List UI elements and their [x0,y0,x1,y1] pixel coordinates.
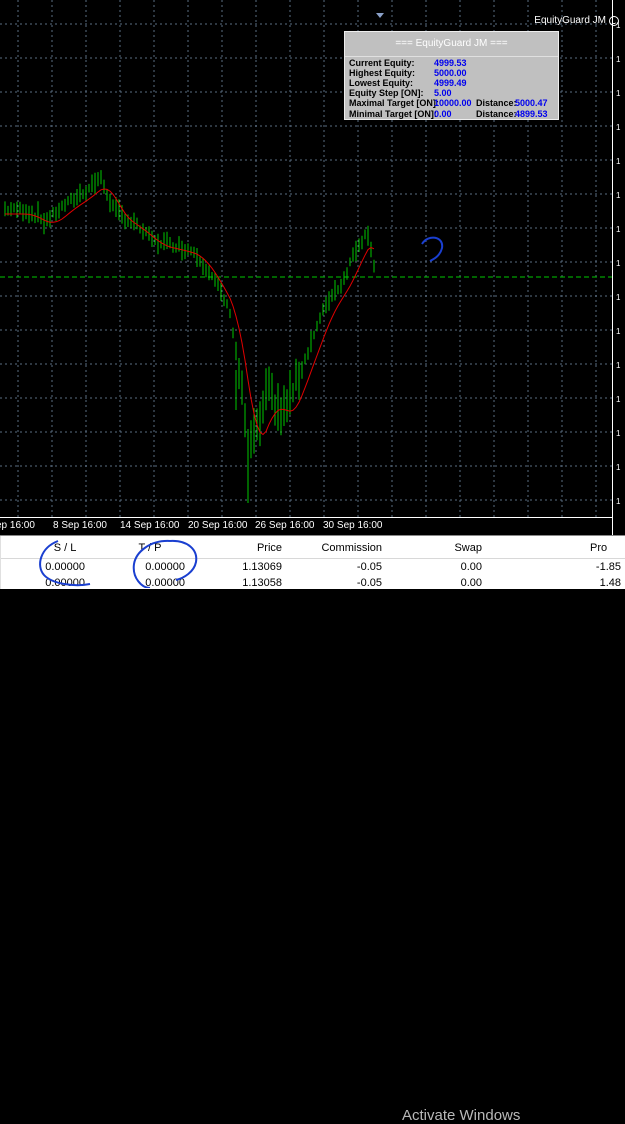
panel-title: === EquityGuard JM === [345,32,558,57]
row1-swap: 0.00 [460,561,482,573]
row1-sl[interactable]: 0.00000 [20,561,85,573]
price-axis-tick: 1 [616,327,621,336]
row2-profit: 1.48 [599,577,621,589]
price-axis-tick: 1 [616,259,621,268]
column-price[interactable]: Price [210,542,282,554]
row2-sl[interactable]: 0.00000 [20,577,85,589]
row1-profit: -1.85 [595,561,621,573]
price-axis-tick: 1 [616,123,621,132]
minimal-distance-value: 4899.53 [515,109,548,119]
column-tp[interactable]: T / P [120,542,180,554]
price-axis-tick: 1 [616,191,621,200]
price-chart[interactable]: EquityGuard JM 1 1 1 1 1 1 1 1 1 1 1 1 1 1 1 ep 16:00 8… [0,0,625,535]
time-axis-tick: 20 Sep 16:00 [188,520,248,531]
price-axis-tick: 1 [616,395,621,404]
lowest-equity-label: Lowest Equity: [349,78,414,88]
row1-commission: -0.05 [356,561,382,573]
column-sl[interactable]: S / L [40,542,90,554]
equity-step-label: Equity Step [ON]: [349,88,424,98]
price-axis-tick: 1 [616,429,621,438]
price-axis-tick: 1 [616,463,621,472]
row1-price: 1.13069 [242,561,282,573]
time-axis-tick: 30 Sep 16:00 [323,520,383,531]
minimal-target-value: 0.00 [434,109,452,119]
expert-advisor-label[interactable]: EquityGuard JM [534,15,619,26]
time-axis-tick: ep 16:00 [0,520,35,531]
windows-activation-watermark: Activate Windows [402,1107,521,1124]
price-axis-tick: 1 [616,361,621,370]
column-commission[interactable]: Commission [292,542,382,554]
maximal-distance-label: Distance: [476,98,517,108]
row2-tp[interactable]: 0.00000 [120,577,185,589]
highest-equity-label: Highest Equity: [349,68,416,78]
current-equity-label: Current Equity: [349,58,415,68]
expert-name: EquityGuard JM [534,15,606,26]
price-axis-tick: 1 [616,293,621,302]
column-profit[interactable]: Pro [590,542,625,554]
time-axis-tick: 8 Sep 16:00 [53,520,107,531]
column-swap[interactable]: Swap [400,542,482,554]
current-equity-value: 4999.53 [434,58,467,68]
price-axis-tick: 1 [616,225,621,234]
price-axis-tick: 1 [616,497,621,506]
maximal-target-label: Maximal Target [ON]: [349,98,439,108]
minimal-distance-label: Distance: [476,109,517,119]
lowest-equity-value: 4999.49 [434,78,467,88]
time-axis-tick: 26 Sep 16:00 [255,520,315,531]
equity-step-value: 5.00 [434,88,452,98]
price-axis-tick: 1 [616,55,621,64]
highest-equity-value: 5000.00 [434,68,467,78]
chart-shift-marker[interactable] [376,13,384,18]
maximal-distance-value: 5000.47 [515,98,548,108]
minimal-target-label: Minimal Target [ON]: [349,109,437,119]
price-axis[interactable]: 1 1 1 1 1 1 1 1 1 1 1 1 1 1 1 [612,0,625,535]
trade-table[interactable]: S / L T / P Price Commission Swap Pro 0.… [0,535,625,1124]
price-axis-tick: 1 [616,89,621,98]
row2-commission: -0.05 [356,577,382,589]
time-axis-tick: 14 Sep 16:00 [120,520,180,531]
row1-tp[interactable]: 0.00000 [120,561,185,573]
price-axis-tick: 1 [616,157,621,166]
row2-swap: 0.00 [460,577,482,589]
time-axis[interactable]: ep 16:00 8 Sep 16:00 14 Sep 16:00 20 Sep 16… [0,517,612,535]
equityguard-info-panel: === EquityGuard JM === Current Equity: 4… [344,31,559,120]
maximal-target-value: 10000.00 [434,98,472,108]
price-axis-tick: 1 [616,21,621,30]
row2-price: 1.13058 [242,577,282,589]
